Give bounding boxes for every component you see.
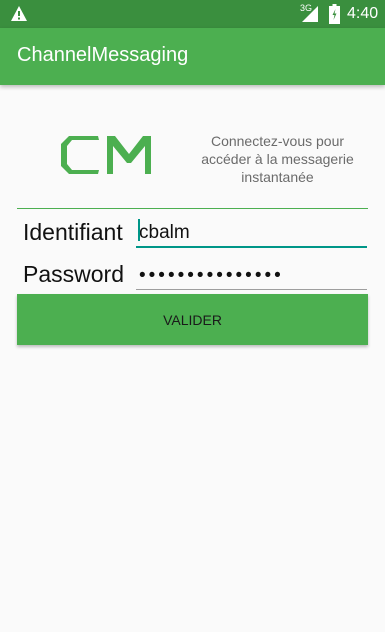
clock: 4:40 <box>347 5 379 22</box>
app-logo <box>61 136 151 174</box>
status-bar: 3G 4:40 <box>0 0 385 28</box>
signal-icon <box>302 6 318 22</box>
password-input[interactable] <box>136 263 367 290</box>
password-label: Password <box>23 261 124 287</box>
login-input[interactable] <box>136 220 367 248</box>
app-bar: ChannelMessaging <box>0 28 385 85</box>
login-label: Identifiant <box>23 219 123 245</box>
text-cursor <box>138 219 140 241</box>
app-title: ChannelMessaging <box>17 44 189 66</box>
warning-icon <box>11 6 27 21</box>
battery-icon <box>329 4 340 24</box>
divider <box>17 208 368 209</box>
validate-button[interactable]: VALIDER <box>17 294 368 345</box>
login-tagline: Connectez-vous pour accéder à la message… <box>201 133 354 185</box>
